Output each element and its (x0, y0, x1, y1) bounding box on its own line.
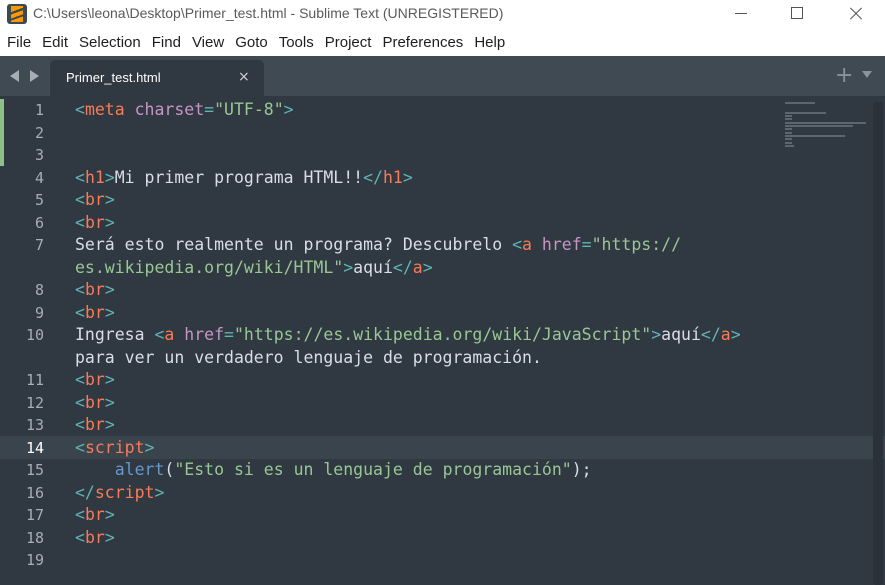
arrow-left-icon[interactable] (10, 70, 19, 82)
maximize-button[interactable] (767, 0, 827, 28)
menu-find[interactable]: Find (152, 34, 181, 51)
current-line-number: 14 (25, 438, 44, 457)
minimap[interactable] (785, 102, 870, 157)
code-line: es.wikipedia.org/wiki/HTML">aquí</a> (75, 257, 433, 277)
line-number: 11 (25, 371, 44, 389)
line-number: 9 (34, 303, 44, 322)
menu-goto[interactable]: Goto (235, 34, 268, 51)
line-number: 5 (34, 191, 44, 209)
code-line: Será esto realmente un programa? Descubr… (75, 235, 681, 254)
code-line: <meta charset="UTF-8"> (75, 100, 294, 119)
line-number: 12 (25, 393, 44, 412)
minimize-icon (735, 13, 747, 14)
line-number: 7 (34, 236, 44, 254)
code-line: </script> (75, 482, 165, 502)
code-line: <br> (75, 190, 115, 209)
line-number: 8 (34, 281, 44, 299)
line-number: 6 (34, 213, 44, 232)
code-text[interactable]: <meta charset="UTF-8"> <h1>Mi primer pro… (75, 99, 741, 572)
menu-preferences[interactable]: Preferences (382, 34, 463, 51)
menu-selection[interactable]: Selection (79, 34, 141, 51)
line-number: 1 (34, 101, 44, 119)
code-line: para ver un verdadero lenguaje de progra… (75, 347, 542, 367)
code-line: <script> (75, 437, 155, 457)
tab-close-icon[interactable]: × (238, 69, 250, 85)
line-number: 13 (25, 416, 44, 434)
sublime-text-logo-icon (7, 4, 27, 24)
new-tab-plus-icon[interactable]: + (835, 63, 853, 88)
code-line: <br> (75, 302, 115, 322)
menu-edit[interactable]: Edit (42, 34, 68, 51)
code-line: Ingresa <a href="https://es.wikipedia.or… (75, 325, 741, 344)
code-line: <br> (75, 280, 115, 299)
line-number: 10 (25, 326, 44, 344)
window-title: C:\Users\leona\Desktop\Primer_test.html … (33, 5, 504, 21)
code-line: <br> (75, 370, 115, 389)
menu-file[interactable]: File (7, 34, 31, 51)
line-number: 19 (25, 551, 44, 569)
tab-list-chevron-down-icon[interactable] (862, 71, 872, 78)
line-number: 4 (34, 168, 44, 187)
maximize-icon (791, 7, 803, 19)
line-number: 2 (34, 123, 44, 142)
tab-bar: Primer_test.html × + (0, 56, 885, 96)
line-number: 17 (25, 506, 44, 524)
line-number (0, 257, 52, 280)
code-line: <br> (75, 505, 115, 524)
menu-bar: File Edit Selection Find View Goto Tools… (0, 28, 885, 56)
line-number (0, 347, 52, 370)
line-number: 18 (25, 528, 44, 547)
tab-label: Primer_test.html (66, 70, 161, 85)
code-line: alert("Esto si es un lenguaje de program… (114, 460, 592, 479)
arrow-right-icon[interactable] (30, 70, 39, 82)
code-line: <br> (75, 415, 115, 434)
close-window-button[interactable] (826, 0, 885, 28)
code-line: <h1>Mi primer programa HTML!!</h1> (75, 167, 413, 187)
tab-navigation (10, 70, 44, 82)
line-number-gutter: 1 2 3 4 5 6 7 8 9 10 11 12 13 14 15 16 1… (0, 99, 52, 572)
line-number: 15 (25, 461, 44, 479)
line-number: 16 (25, 483, 44, 502)
code-line: <br> (75, 212, 115, 232)
title-bar: C:\Users\leona\Desktop\Primer_test.html … (0, 0, 885, 28)
line-number: 3 (34, 146, 44, 164)
tab-primer-test[interactable]: Primer_test.html × (50, 60, 264, 96)
code-line: <br> (75, 527, 115, 547)
code-line: <br> (75, 392, 115, 412)
code-editor[interactable]: 1 2 3 4 5 6 7 8 9 10 11 12 13 14 15 16 1… (0, 96, 885, 585)
minimize-button[interactable] (711, 0, 771, 28)
vertical-scrollbar[interactable] (873, 102, 883, 585)
menu-view[interactable]: View (192, 34, 224, 51)
menu-tools[interactable]: Tools (279, 34, 314, 51)
menu-help[interactable]: Help (474, 34, 505, 51)
menu-project[interactable]: Project (325, 34, 372, 51)
